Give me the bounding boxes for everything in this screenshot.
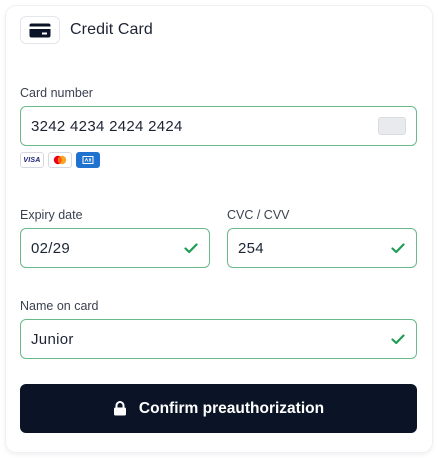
expiry-date-label: Expiry date [20, 208, 83, 222]
cvc-input[interactable] [238, 239, 390, 257]
card-number-input[interactable] [31, 117, 378, 135]
expiry-date-field[interactable] [20, 228, 210, 268]
check-icon [183, 240, 199, 256]
mastercard-icon [48, 152, 72, 168]
payment-method-title: Credit Card [70, 21, 153, 38]
cvc-field[interactable] [227, 228, 417, 268]
credit-card-icon [20, 16, 60, 44]
accepted-brands: VISA [20, 152, 100, 168]
expiry-date-input[interactable] [31, 239, 183, 257]
card-number-field[interactable] [20, 106, 417, 146]
card-number-label: Card number [20, 86, 93, 100]
lock-icon [113, 401, 127, 416]
generic-card-icon [378, 117, 406, 135]
confirm-button-label: Confirm preauthorization [138, 399, 325, 417]
cvc-label: CVC / CVV [227, 208, 290, 222]
check-icon [390, 331, 406, 347]
name-on-card-input[interactable] [31, 330, 390, 348]
payment-method-header: Credit Card [20, 16, 153, 44]
check-icon [390, 240, 406, 256]
name-on-card-field[interactable] [20, 319, 417, 359]
amex-icon [76, 152, 100, 168]
visa-icon: VISA [20, 152, 44, 168]
name-on-card-label: Name on card [20, 299, 99, 313]
confirm-preauthorization-button[interactable]: Confirm preauthorization [20, 384, 417, 433]
